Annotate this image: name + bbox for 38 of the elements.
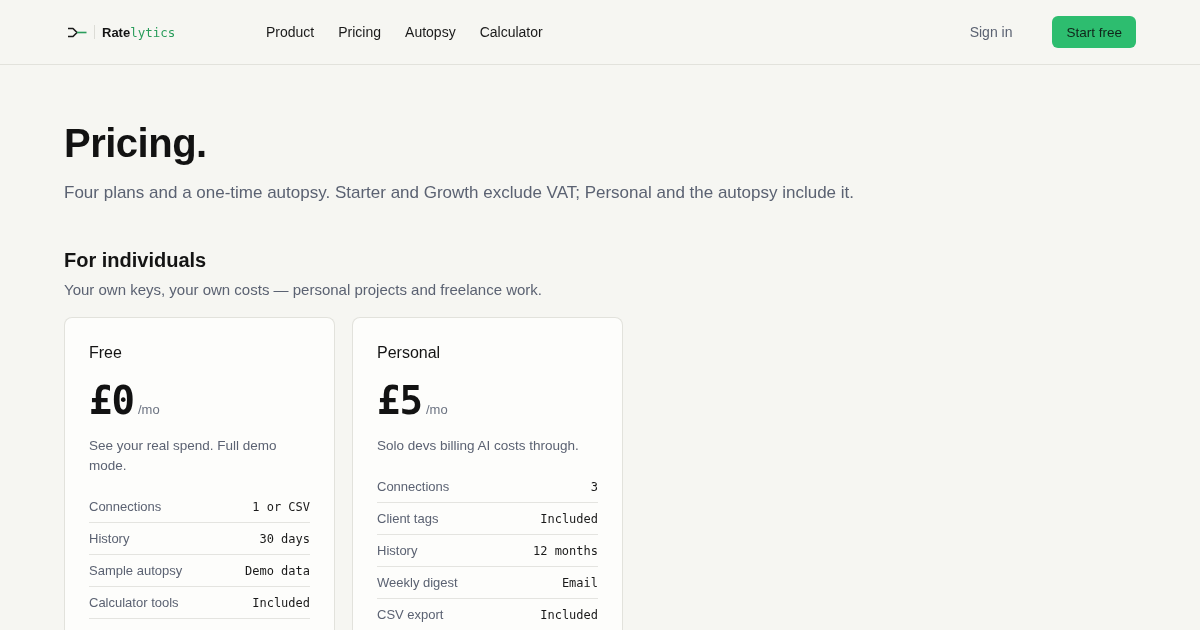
sign-in-link[interactable]: Sign in	[969, 24, 1013, 40]
section-title: For individuals	[64, 248, 208, 273]
feature-label: CSV export	[377, 607, 444, 622]
logo-icon	[67, 26, 87, 38]
page-subtitle: Four plans and a one-time autopsy. Starter and Growth exclude VAT; Personal and the autopsy include it.	[64, 182, 855, 204]
nav-link[interactable]: Product	[266, 24, 315, 40]
section-description: Your own keys, your own costs — personal projects and freelance work.	[64, 280, 543, 300]
nav-link[interactable]: Autopsy	[405, 24, 456, 40]
feature-label: Calculator tools	[89, 595, 179, 610]
start-free-button[interactable]: Start free	[1052, 16, 1136, 48]
nav-link[interactable]: Pricing	[338, 24, 382, 40]
feature-value: 30 days	[259, 531, 310, 546]
feature-value: 1 or CSV	[252, 499, 310, 514]
feature-label: Connections	[89, 499, 162, 514]
brand-name[interactable]: Ratelytics	[102, 24, 176, 40]
feature-label: Client tags	[377, 511, 439, 526]
feature-value: Email	[561, 575, 598, 590]
price-period: /mo	[137, 402, 160, 417]
feature-label: Sample autopsy	[89, 563, 183, 578]
feature-label: History	[89, 531, 130, 546]
plan-price: £0	[89, 379, 134, 423]
nav-link[interactable]: Calculator	[479, 24, 543, 40]
feature-value: 12 months	[532, 543, 598, 558]
feature-value: Included	[252, 595, 310, 610]
plan-price: £5	[377, 379, 422, 423]
feature-label: Connections	[377, 479, 450, 494]
feature-value: Included	[540, 607, 598, 622]
plan-description: Solo devs billing AI costs through.	[377, 437, 580, 455]
price-period: /mo	[425, 402, 448, 417]
plan-name: Free	[89, 343, 123, 363]
feature-label: History	[377, 543, 418, 558]
plan-description: See your real spend. Full demo mode.	[89, 437, 278, 475]
feature-label: Weekly digest	[377, 575, 458, 590]
feature-value: Demo data	[244, 563, 310, 578]
feature-value: 3	[590, 479, 598, 494]
page-title: Pricing.	[64, 120, 208, 167]
plan-name: Personal	[377, 343, 442, 363]
feature-value: Included	[540, 511, 598, 526]
